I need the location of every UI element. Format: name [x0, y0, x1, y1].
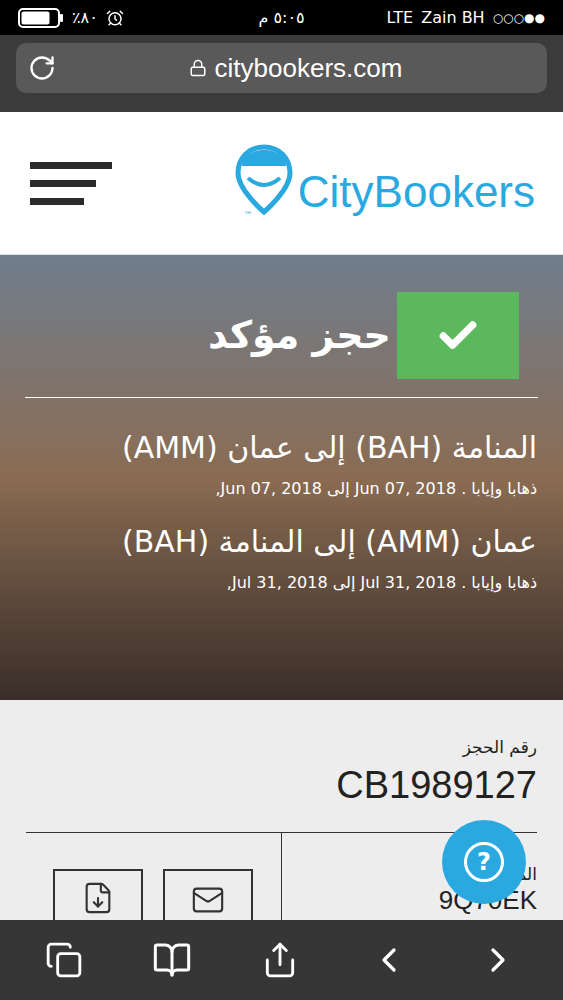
download-button[interactable] [53, 869, 143, 920]
menu-icon[interactable] [30, 162, 112, 205]
time: ٥:٠٥ م [194, 6, 370, 30]
site-header: ™ CityBookers [0, 112, 563, 255]
flight-details: ذهابا وإيابا . Jun 07, 2018 إلى Jun 07, … [20, 478, 537, 500]
flight-item: عمان (AMM) إلى المنامة (BAH) ذهابا وإيابا… [20, 522, 537, 594]
booking-number: CB1989127 [26, 762, 537, 808]
booking-status: حجز مؤكد [208, 307, 397, 364]
flight-route: المنامة (BAH) إلى عمان (AMM) [20, 428, 537, 468]
carrier: Zain BH [421, 6, 484, 30]
browser-toolbar [0, 920, 563, 1000]
back-icon[interactable] [369, 940, 409, 980]
bookmarks-icon[interactable] [152, 940, 192, 980]
envelope-icon [191, 883, 225, 917]
network: LTE [387, 6, 414, 30]
logo[interactable]: ™ CityBookers [234, 144, 535, 222]
check-icon [436, 314, 480, 358]
flight-details: ذهابا وإيابا . Jul 31, 2018 إلى Jul 31, … [20, 572, 537, 594]
battery-text: ٪٨٠ [72, 6, 98, 30]
signal: ○○○●● [493, 9, 545, 27]
reload-icon[interactable] [28, 54, 56, 82]
flight-route: عمان (AMM) إلى المنامة (BAH) [20, 522, 537, 562]
email-button[interactable] [163, 869, 253, 920]
booking-number-label: رقم الحجز [26, 736, 537, 758]
status-bar: ٪٨٠ ٥:٠٥ م LTE Zain BH ○○○●● [0, 0, 563, 35]
help-text: ? [477, 850, 491, 874]
share-icon[interactable] [261, 941, 299, 979]
forward-icon[interactable] [478, 940, 518, 980]
trademark: ™ [244, 209, 253, 223]
booking-details: رقم الحجزCB1989127المر9Q70EK? [0, 700, 563, 920]
download-icon [81, 881, 115, 915]
url: citybookers.com [215, 49, 403, 88]
pin-icon [234, 144, 294, 216]
tabs-icon[interactable] [45, 941, 83, 979]
logo-text: CityBookers [298, 170, 535, 222]
app: ٪٨٠ ٥:٠٥ م LTE Zain BH ○○○●● citybookers.com ™… [0, 0, 563, 1000]
hero: حجز مؤكد المنامة (BAH) إلى عمان (AMM) ذهاب… [0, 255, 563, 700]
battery-icon [18, 8, 64, 28]
lock-icon [189, 59, 207, 77]
address-bar: citybookers.com [0, 35, 563, 112]
alarm-icon [106, 9, 124, 27]
help-button[interactable]: ? [442, 820, 526, 904]
flight-item: المنامة (BAH) إلى عمان (AMM) ذهابا وإيابا… [20, 428, 537, 500]
divider [25, 397, 538, 398]
confirmed-check [397, 292, 519, 379]
url-field[interactable]: citybookers.com [16, 43, 547, 93]
